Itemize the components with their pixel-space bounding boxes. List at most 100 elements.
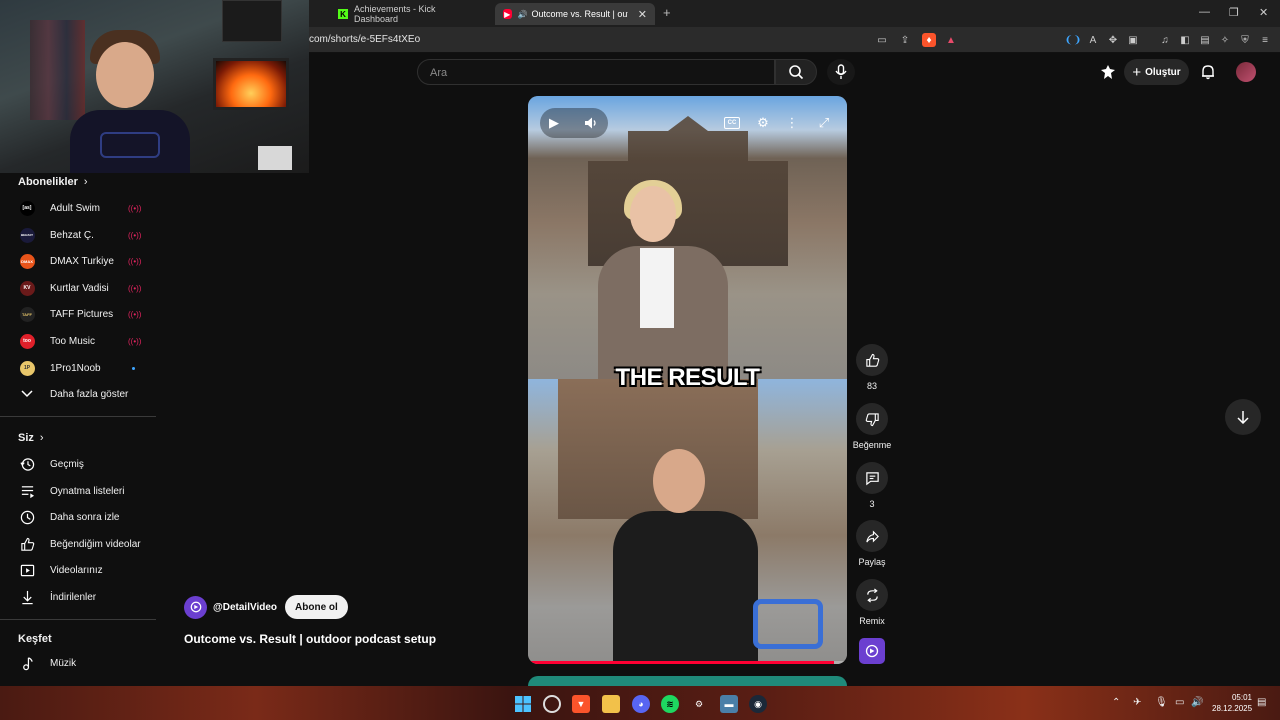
start-icon[interactable] <box>514 695 532 713</box>
screenshot-icon[interactable]: ▣ <box>1126 33 1140 47</box>
steam-icon[interactable]: ◉ <box>749 695 767 713</box>
search-input[interactable]: Ara <box>430 67 447 79</box>
search-box[interactable]: Ara <box>417 59 775 85</box>
like-button[interactable]: 83 <box>853 344 891 391</box>
minimize-button[interactable]: — <box>1199 6 1210 18</box>
notifications-tray-icon[interactable]: ▤ <box>1257 697 1266 708</box>
sidebar-item-your-videos[interactable]: Videolarınız <box>0 557 156 583</box>
notifications-button[interactable] <box>1199 63 1217 81</box>
speaker-icon: 🔊 <box>517 9 528 19</box>
wallet-icon[interactable]: ▤ <box>1198 33 1212 47</box>
chevron-right-icon: › <box>39 432 44 444</box>
volume-tray-icon[interactable]: 🔊 <box>1191 697 1203 708</box>
sidebar-item-behzat[interactable]: BEHZAT Behzat Ç. ((•)) <box>0 222 156 248</box>
sidebar-item-taff[interactable]: TAFF TAFF Pictures ((•)) <box>0 301 156 327</box>
sidebar-item-too-music[interactable]: too Too Music ((•)) <box>0 328 156 354</box>
settings-app-icon[interactable]: ⚙ <box>690 695 708 713</box>
shorts-video-player[interactable]: THE RESULT ▶ CC ⚙ ⋮ ⤢ <box>528 96 847 664</box>
file-explorer-icon[interactable] <box>602 695 620 713</box>
channel-name: Kurtlar Vadisi <box>50 282 109 294</box>
show-more-button[interactable]: Daha fazla göster <box>0 381 156 407</box>
tray-overflow-icon[interactable]: ⌃ <box>1112 697 1120 708</box>
settings-icon[interactable]: ⚙ <box>754 114 772 132</box>
voice-search-button[interactable] <box>827 59 855 85</box>
vpn-icon[interactable]: ⛨ <box>1238 33 1252 47</box>
new-tab-button[interactable]: + <box>663 5 671 20</box>
wall-poster <box>222 0 282 42</box>
video-title[interactable]: Outcome vs. Result | outdoor podcast set… <box>184 632 436 646</box>
channel-avatar: KV <box>19 280 35 296</box>
search-icon <box>789 65 804 80</box>
volume-icon[interactable] <box>582 114 600 132</box>
sidebar-item-label: İndirilenler <box>50 591 97 603</box>
audio-icon[interactable]: ❨❩ <box>1065 33 1082 47</box>
extensions-icon[interactable]: ✥ <box>1106 33 1120 47</box>
share-page-icon[interactable]: ⇪ <box>898 33 912 47</box>
progress-bar-fill <box>528 661 835 664</box>
like-count: 83 <box>866 381 877 391</box>
brave-shields-icon[interactable]: ♦ <box>922 33 936 47</box>
sidebar-item-playlists[interactable]: Oynatma listeleri <box>0 478 156 504</box>
sidebar-item-history[interactable]: Geçmiş <box>0 451 156 477</box>
play-icon[interactable]: ▶ <box>545 114 563 132</box>
account-avatar[interactable] <box>1236 62 1256 82</box>
channel-handle[interactable]: @DetailVideo <box>213 602 277 613</box>
sidebar-item-music[interactable]: Müzik <box>0 650 156 676</box>
system-clock[interactable]: 05:01 28.12.2025 <box>1212 692 1252 714</box>
create-studio-icon[interactable] <box>1099 63 1117 81</box>
next-short-preview[interactable] <box>528 676 847 686</box>
sidebar-item-kurtlar-vadisi[interactable]: KV Kurtlar Vadisi ((•)) <box>0 275 156 301</box>
channel-name: DMAX Turkiye <box>50 255 114 267</box>
sidebar-item-dmax[interactable]: DMAX DMAX Turkiye ((•)) <box>0 248 156 274</box>
captions-icon[interactable]: CC <box>724 117 740 129</box>
progress-bar[interactable] <box>528 661 847 664</box>
obs-icon[interactable] <box>543 695 561 713</box>
shirt-print <box>100 132 160 158</box>
sidebar-divider <box>0 416 156 417</box>
discord-icon[interactable]: ◕ <box>632 695 650 713</box>
channel-sound-icon[interactable] <box>859 638 885 664</box>
sidebar-item-liked-videos[interactable]: Beğendiğim videolar <box>0 531 156 557</box>
url-field[interactable]: com/shorts/e-5EFs4tXEo <box>309 34 420 45</box>
search-button[interactable] <box>775 59 817 85</box>
subscriptions-heading[interactable]: Abonelikler › <box>18 176 88 188</box>
brave-rewards-icon[interactable]: ▲ <box>944 33 958 47</box>
you-heading[interactable]: Siz › <box>18 432 44 444</box>
close-window-button[interactable]: ✕ <box>1259 6 1268 19</box>
network-icon[interactable]: ▭ <box>1175 697 1184 708</box>
microphone-tray-icon[interactable]: 🎙 <box>1155 697 1168 708</box>
clock-icon <box>19 509 35 525</box>
sidebar: Abonelikler › [as] Adult Swim ((•)) BEHZ… <box>0 173 156 686</box>
window-app-icon[interactable]: ▬ <box>720 695 738 713</box>
fullscreen-icon[interactable]: ⤢ <box>815 114 833 132</box>
comments-button[interactable]: 3 <box>853 462 891 509</box>
media-icon[interactable]: ♫ <box>1158 33 1172 47</box>
subscribe-button[interactable]: Abone ol <box>285 595 348 619</box>
next-short-button[interactable] <box>1225 399 1261 435</box>
tab-youtube-short[interactable]: ▶ 🔊 Outcome vs. Result | outdoo ✕ <box>495 3 655 25</box>
cast-icon[interactable]: ▭ <box>875 33 889 47</box>
sidebar-item-label: Beğendiğim videolar <box>50 538 141 550</box>
brave-browser-icon[interactable]: ▼ <box>572 695 590 713</box>
screen: K Achievements - Kick Dashboard ▶ 🔊 Outc… <box>0 0 1280 720</box>
maximize-button[interactable]: ❐ <box>1229 6 1239 19</box>
more-options-icon[interactable]: ⋮ <box>783 114 801 132</box>
tab-kick-dashboard[interactable]: K Achievements - Kick Dashboard <box>330 3 490 25</box>
channel-avatar[interactable] <box>184 595 207 619</box>
translate-icon[interactable]: A <box>1086 33 1100 47</box>
dislike-button[interactable]: Beğenme <box>853 403 891 450</box>
spotify-icon[interactable]: ≋ <box>661 695 679 713</box>
menu-icon[interactable]: ≡ <box>1258 33 1272 47</box>
tray-app-icon[interactable]: ✈ <box>1133 697 1141 708</box>
video-bottom-scene <box>528 379 847 664</box>
close-tab-icon[interactable]: ✕ <box>638 8 647 21</box>
create-button[interactable]: + Oluştur <box>1124 59 1189 85</box>
leo-ai-icon[interactable]: ✧ <box>1218 33 1232 47</box>
share-button[interactable]: Paylaş <box>853 520 891 567</box>
remix-button[interactable]: Remix <box>853 579 891 626</box>
sidebar-item-downloads[interactable]: İndirilenler <box>0 584 156 610</box>
sidebar-toggle-icon[interactable]: ◧ <box>1178 33 1192 47</box>
sidebar-item-watch-later[interactable]: Daha sonra izle <box>0 504 156 530</box>
sidebar-item-adult-swim[interactable]: [as] Adult Swim ((•)) <box>0 195 156 221</box>
sidebar-item-1pro1noob[interactable]: 1P 1Pro1Noob <box>0 355 156 381</box>
